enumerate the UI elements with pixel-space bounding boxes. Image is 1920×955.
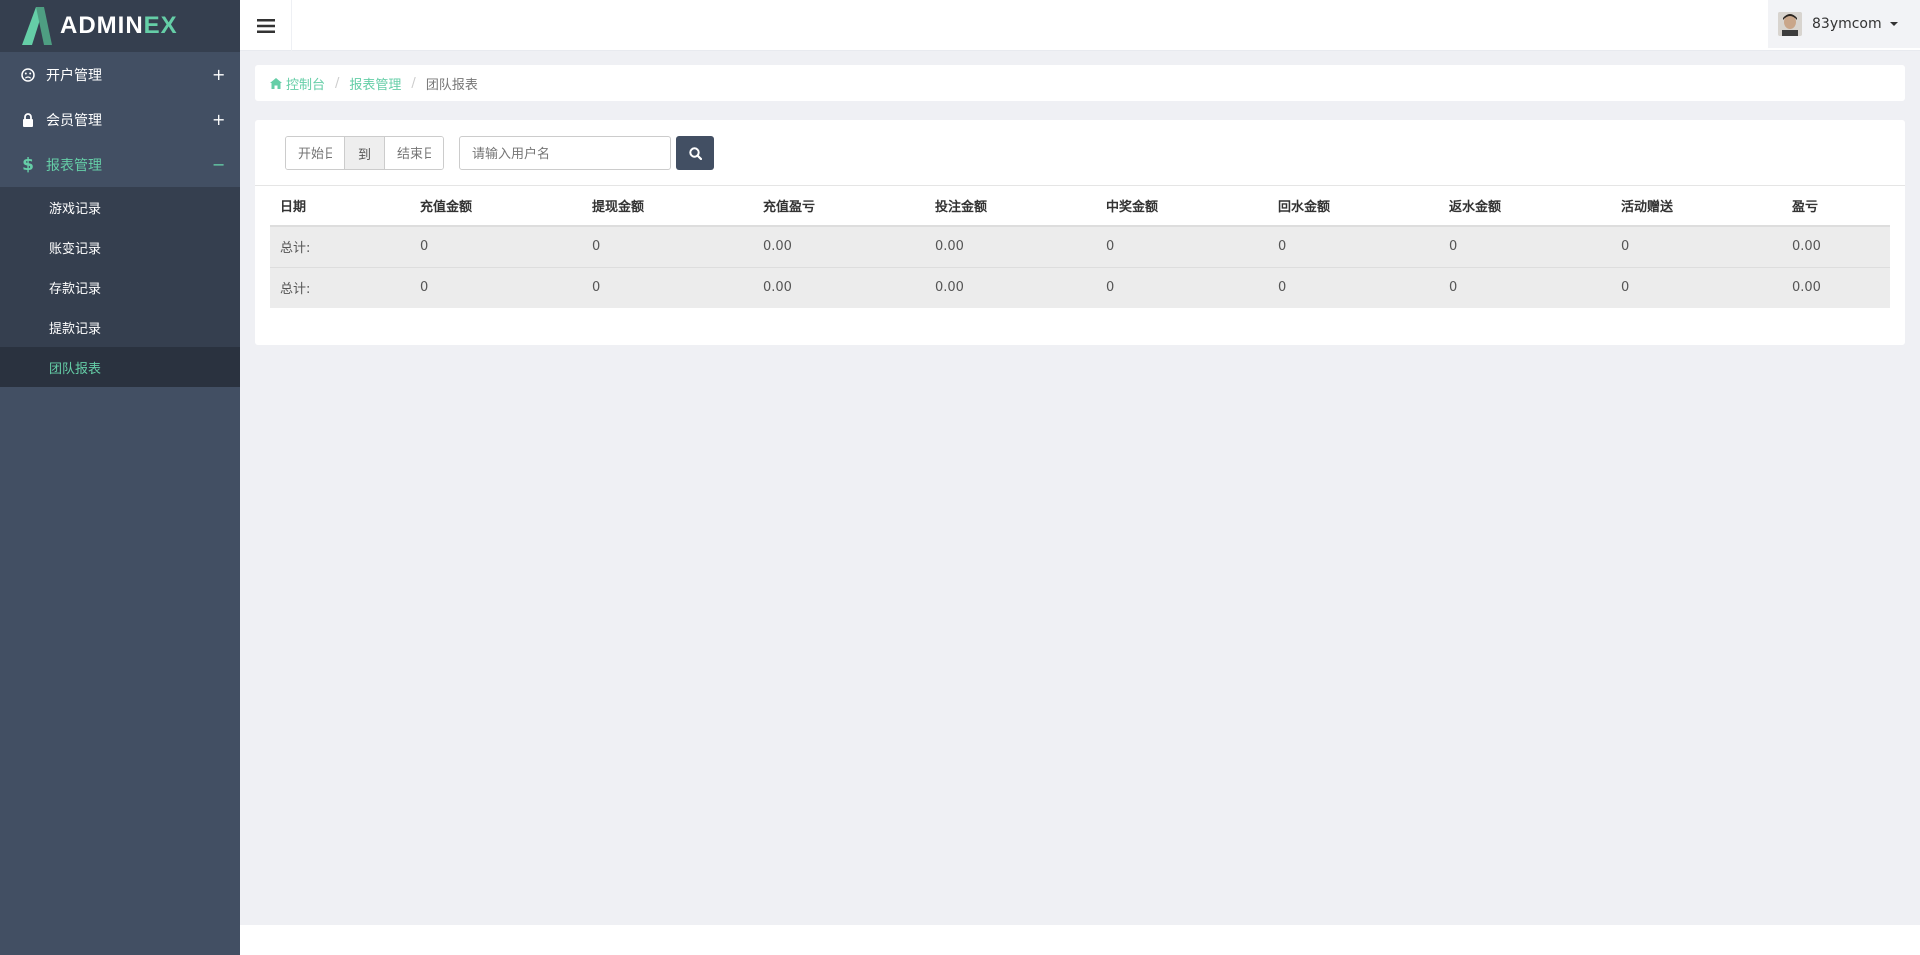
brand-name: ADMINEX — [60, 12, 178, 39]
table-cell: 0.00 — [1782, 225, 1890, 267]
sidebar-item-report-management[interactable]: $ 报表管理 − — [0, 142, 240, 187]
sidebar-subitem-deposit-records[interactable]: 存款记录 — [0, 267, 240, 307]
dollar-icon: $ — [22, 154, 34, 175]
top-header: 83ymcom — [240, 0, 1920, 51]
expand-icon: + — [212, 65, 226, 84]
home-icon — [270, 77, 282, 89]
table-row: 总计: 0 0 0.00 0.00 0 0 0 0 0.00 — [270, 225, 1890, 267]
sidebar-submenu: 游戏记录 账变记录 存款记录 提款记录 团队报表 — [0, 187, 240, 387]
column-header: 充值金额 — [410, 186, 582, 227]
logo-icon — [20, 5, 56, 47]
footer — [240, 925, 1920, 955]
sidebar-subitem-game-records[interactable]: 游戏记录 — [0, 187, 240, 227]
table-cell: 0.00 — [753, 225, 925, 267]
sidebar-item-account-management[interactable]: 开户管理 + — [0, 52, 240, 97]
sidebar-subitem-balance-changes[interactable]: 账变记录 — [0, 227, 240, 267]
username: 83ymcom — [1812, 16, 1882, 32]
table-row: 总计: 0 0 0.00 0.00 0 0 0 0 0.00 — [270, 266, 1890, 308]
table-cell: 0 — [582, 225, 753, 267]
hamburger-icon — [256, 18, 275, 33]
search-icon — [688, 146, 702, 160]
sidebar-item-label: 报表管理 — [46, 157, 102, 174]
sidebar: ADMINEX 开户管理 + 会员管理 + $ 报表管理 − 游戏记录 账变记录… — [0, 0, 240, 955]
table-cell: 0 — [1268, 266, 1439, 308]
column-header: 日期 — [270, 186, 410, 227]
table-cell: 0 — [1096, 266, 1268, 308]
table-cell: 总计: — [270, 266, 410, 308]
sidebar-subitem-team-report[interactable]: 团队报表 — [0, 347, 240, 387]
column-header: 活动赠送 — [1611, 186, 1782, 227]
table-cell: 0 — [1268, 225, 1439, 267]
table-cell: 总计: — [270, 225, 410, 267]
sidebar-menu: 开户管理 + 会员管理 + $ 报表管理 − — [0, 52, 240, 187]
table-cell: 0.00 — [753, 266, 925, 308]
expand-icon: + — [212, 110, 226, 129]
table-cell: 0 — [1611, 266, 1782, 308]
column-header: 投注金额 — [925, 186, 1096, 227]
breadcrumb: 控制台 / 报表管理 / 团队报表 — [255, 65, 1905, 101]
table-cell: 0.00 — [1782, 266, 1890, 308]
table-header-row: 日期 充值金额 提现金额 充值盈亏 投注金额 中奖金额 回水金额 返水金额 活动… — [270, 186, 1890, 227]
filter-bar: 到 — [285, 136, 714, 170]
user-dropdown[interactable]: 83ymcom — [1768, 0, 1920, 48]
username-search-input[interactable] — [459, 136, 671, 170]
sidebar-item-label: 会员管理 — [46, 112, 102, 129]
table-cell: 0 — [410, 266, 582, 308]
sidebar-subitem-withdrawal-records[interactable]: 提款记录 — [0, 307, 240, 347]
column-header: 返水金额 — [1439, 186, 1611, 227]
date-range-separator: 到 — [344, 137, 385, 169]
column-header: 中奖金额 — [1096, 186, 1268, 227]
report-panel: 到 日期 充值金额 提现金额 充值盈亏 投注金额 中奖金额 回水金额 返水金额 … — [255, 120, 1905, 345]
collapse-icon: − — [212, 155, 226, 174]
breadcrumb-current: 团队报表 — [425, 77, 478, 93]
breadcrumb-separator: / — [335, 75, 340, 91]
brand-logo[interactable]: ADMINEX — [0, 0, 240, 52]
table-cell: 0 — [410, 225, 582, 267]
breadcrumb-section[interactable]: 报表管理 — [349, 74, 401, 93]
table-cell: 0 — [1096, 225, 1268, 267]
report-table-container: 日期 充值金额 提现金额 充值盈亏 投注金额 中奖金额 回水金额 返水金额 活动… — [255, 185, 1905, 308]
end-date-input[interactable] — [385, 137, 443, 169]
sidebar-item-member-management[interactable]: 会员管理 + — [0, 97, 240, 142]
search-button[interactable] — [676, 136, 714, 170]
column-header: 充值盈亏 — [753, 186, 925, 227]
start-date-input[interactable] — [286, 137, 344, 169]
table-cell: 0 — [1611, 225, 1782, 267]
column-header: 盈亏 — [1782, 186, 1890, 227]
table-cell: 0.00 — [925, 266, 1096, 308]
breadcrumb-separator: / — [411, 75, 416, 91]
report-table: 日期 充值金额 提现金额 充值盈亏 投注金额 中奖金额 回水金额 返水金额 活动… — [270, 186, 1890, 308]
frown-icon — [20, 67, 36, 83]
avatar — [1778, 12, 1802, 36]
sidebar-toggle-button[interactable] — [240, 0, 292, 51]
column-header: 回水金额 — [1268, 186, 1439, 227]
table-cell: 0 — [582, 266, 753, 308]
table-cell: 0 — [1439, 266, 1611, 308]
date-range-group: 到 — [285, 136, 444, 170]
column-header: 提现金额 — [582, 186, 753, 227]
lock-icon — [20, 112, 36, 128]
caret-down-icon — [1889, 22, 1898, 26]
table-cell: 0 — [1439, 225, 1611, 267]
breadcrumb-home[interactable]: 控制台 — [270, 74, 325, 93]
sidebar-item-label: 开户管理 — [46, 67, 102, 84]
table-cell: 0.00 — [925, 225, 1096, 267]
